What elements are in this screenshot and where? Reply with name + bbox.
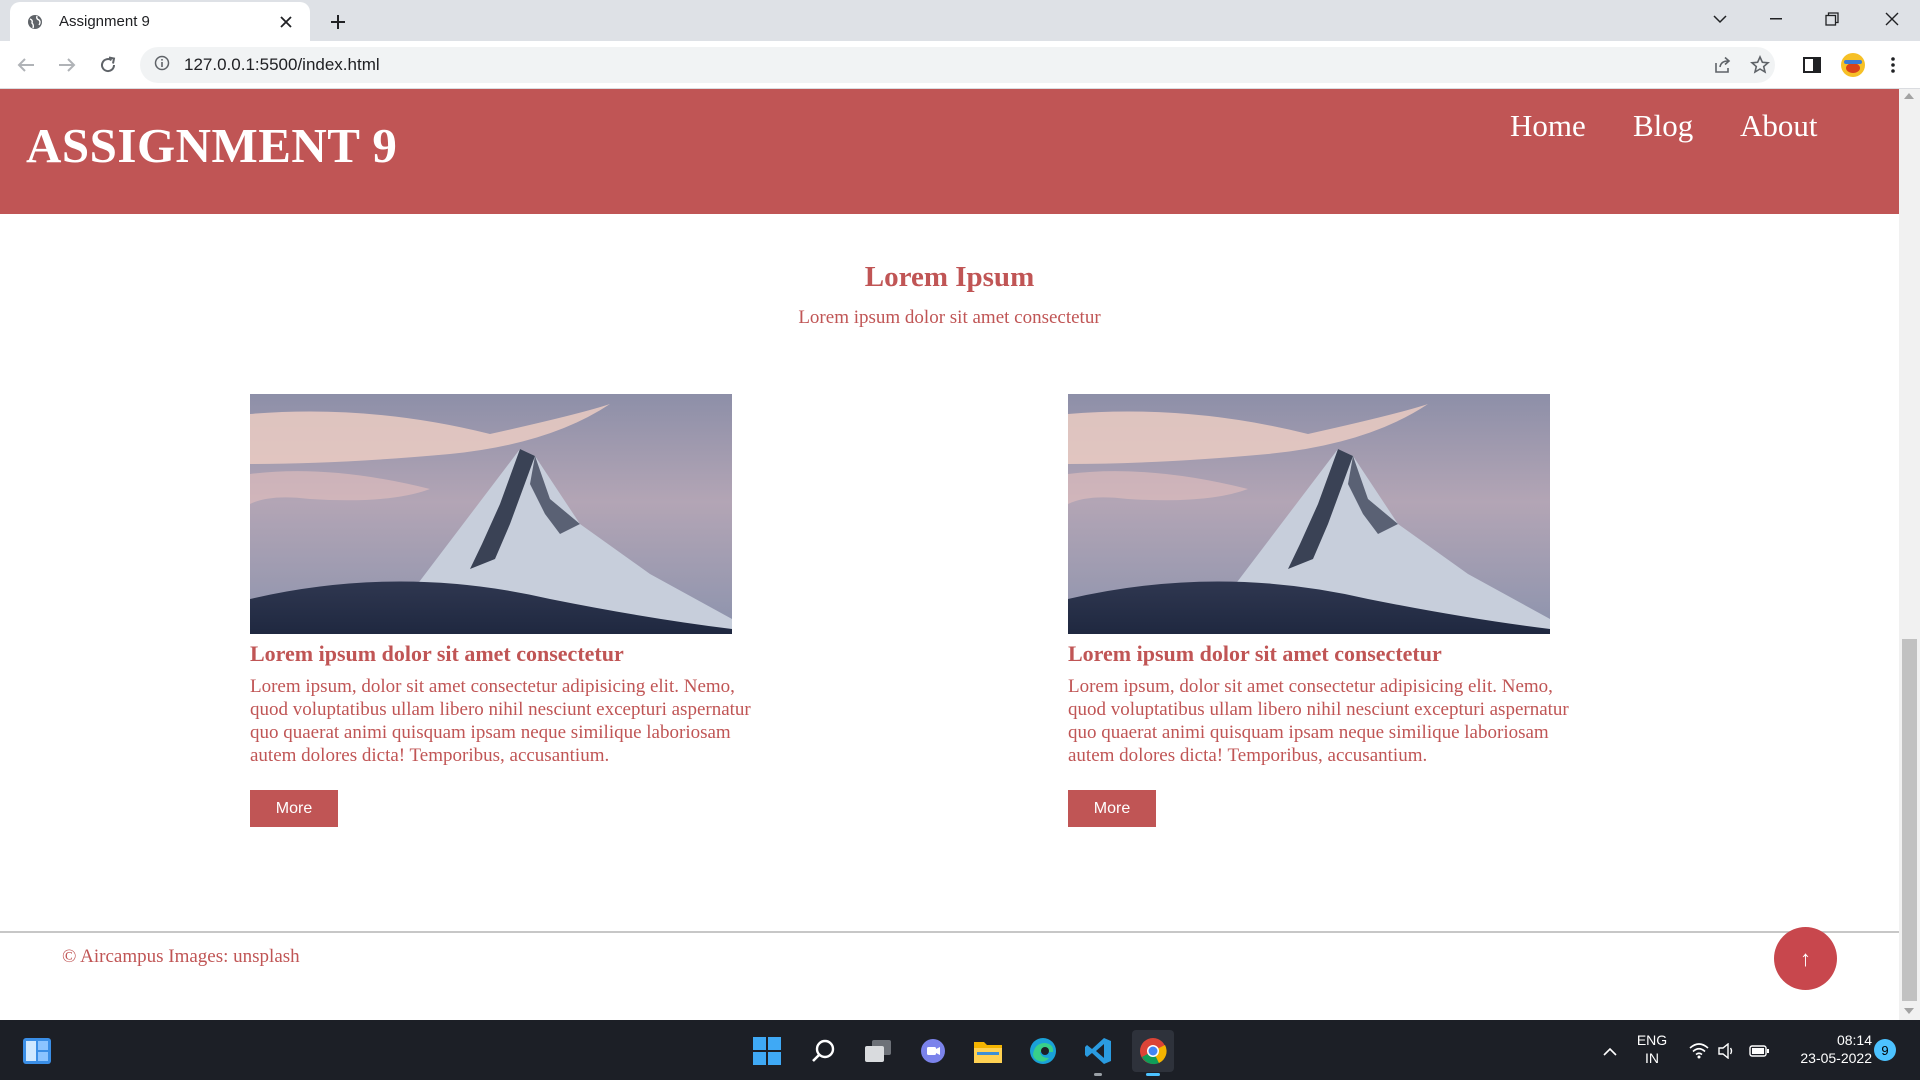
page-scrollbar[interactable] <box>1899 89 1920 1020</box>
card: Lorem ipsum dolor sit amet consectetur L… <box>1068 394 1588 827</box>
window-close-icon[interactable] <box>1864 0 1920 38</box>
mountain-image <box>250 394 732 634</box>
tab-title: Assignment 9 <box>59 13 150 30</box>
restore-icon[interactable] <box>1804 0 1860 38</box>
teams-chat-icon[interactable] <box>912 1030 954 1072</box>
vscode-icon[interactable] <box>1077 1030 1119 1076</box>
active-app-indicator <box>1146 1073 1160 1076</box>
page-viewport: ASSIGNMENT 9 Home Blog About Lorem Ipsum… <box>0 89 1899 1020</box>
search-icon[interactable] <box>802 1030 844 1072</box>
chrome-browser-icon[interactable] <box>1132 1030 1174 1076</box>
card-title: Lorem ipsum dolor sit amet consectetur <box>1068 641 1442 666</box>
forward-arrow-icon[interactable] <box>51 49 83 81</box>
language-region: IN <box>1645 1050 1659 1066</box>
footer-divider <box>0 931 1899 933</box>
clock-time: 08:14 <box>1836 1032 1872 1048</box>
site-header: ASSIGNMENT 9 Home Blog About <box>0 89 1899 214</box>
nav-home-link[interactable]: Home <box>1510 108 1586 144</box>
card-text: Lorem ipsum, dolor sit amet consectetur … <box>250 676 751 766</box>
back-arrow-icon[interactable] <box>10 49 42 81</box>
address-bar[interactable]: 127.0.0.1:5500/index.html <box>140 47 1775 83</box>
footer-credits: © Aircampus Images: unsplash <box>62 946 300 967</box>
nav-about-link[interactable]: About <box>1740 108 1818 144</box>
side-panel-icon[interactable] <box>1796 49 1828 81</box>
language-code: ENG <box>1636 1032 1668 1048</box>
wifi-icon[interactable] <box>1688 1041 1710 1061</box>
scroll-down-arrow-icon[interactable] <box>1904 1008 1914 1014</box>
nav-blog-link[interactable]: Blog <box>1633 108 1693 144</box>
windows-start-icon[interactable] <box>746 1030 788 1072</box>
share-icon[interactable] <box>1710 52 1736 78</box>
section-title: Lorem Ipsum <box>864 261 1035 293</box>
running-indicator <box>1094 1073 1102 1076</box>
mountain-image <box>1068 394 1550 634</box>
card: Lorem ipsum dolor sit amet consectetur L… <box>250 394 770 827</box>
scroll-up-arrow-icon[interactable] <box>1904 93 1914 99</box>
notification-count-badge[interactable]: 9 <box>1874 1039 1896 1061</box>
more-button[interactable]: More <box>1068 790 1156 827</box>
site-info-icon[interactable] <box>154 55 170 76</box>
scrollbar-thumb[interactable] <box>1902 639 1917 1001</box>
browser-tab[interactable]: Assignment 9 <box>10 2 310 41</box>
edge-browser-icon[interactable] <box>1022 1030 1064 1072</box>
back-to-top-button[interactable]: ↑ <box>1774 927 1837 990</box>
globe-icon <box>25 12 45 32</box>
clock[interactable]: 08:14 23-05-2022 <box>1780 1031 1872 1067</box>
clock-date: 23-05-2022 <box>1800 1050 1872 1066</box>
chevron-up-icon[interactable] <box>1599 1041 1621 1061</box>
reload-icon[interactable] <box>92 49 124 81</box>
new-tab-button[interactable] <box>324 8 352 36</box>
file-explorer-icon[interactable] <box>967 1030 1009 1072</box>
language-indicator[interactable]: ENG IN <box>1630 1031 1674 1067</box>
site-logo[interactable]: ASSIGNMENT 9 <box>26 117 397 174</box>
browser-toolbar: 127.0.0.1:5500/index.html <box>0 41 1920 89</box>
windows-taskbar: ENG IN 08:14 23-05-2022 <box>0 1020 1920 1080</box>
more-menu-icon[interactable] <box>1877 49 1909 81</box>
url-text: 127.0.0.1:5500/index.html <box>184 55 380 74</box>
tab-search-icon[interactable] <box>1692 0 1748 38</box>
volume-icon[interactable] <box>1716 1041 1738 1061</box>
widgets-icon[interactable] <box>16 1030 58 1072</box>
card-text: Lorem ipsum, dolor sit amet consectetur … <box>1068 676 1569 766</box>
bookmark-star-icon[interactable] <box>1747 52 1773 78</box>
minimize-icon[interactable] <box>1748 0 1804 38</box>
browser-tab-strip: Assignment 9 <box>0 0 1920 41</box>
battery-icon[interactable] <box>1748 1041 1770 1061</box>
card-title: Lorem ipsum dolor sit amet consectetur <box>250 641 624 666</box>
task-view-icon[interactable] <box>857 1030 899 1072</box>
section-subtitle: Lorem ipsum dolor sit amet consectetur <box>798 307 1101 328</box>
profile-avatar[interactable] <box>1837 49 1869 81</box>
close-icon[interactable] <box>274 10 298 34</box>
more-button[interactable]: More <box>250 790 338 827</box>
